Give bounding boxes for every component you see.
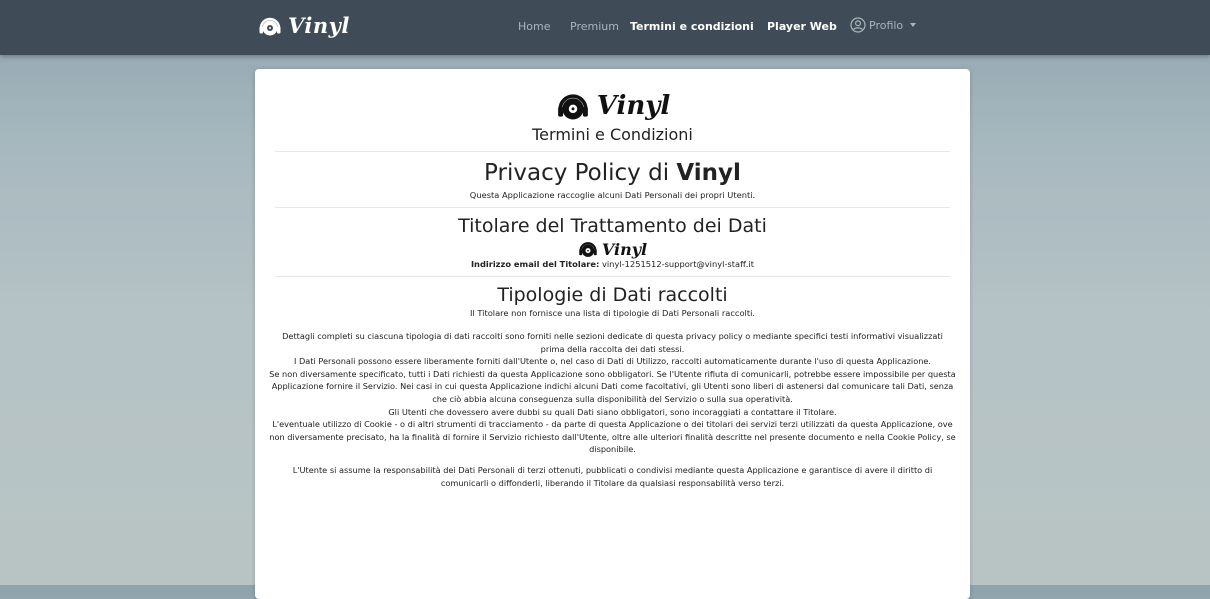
profile-label: Profilo xyxy=(869,18,904,32)
navbar: Vinyl Home Premium Termini e condizioni … xyxy=(0,0,1210,55)
paragraph-line: Se non diversamente specificato, tutti i… xyxy=(269,368,956,404)
page-title: Privacy Policy di Vinyl xyxy=(255,160,970,186)
chevron-down-icon xyxy=(910,23,917,27)
nav-home[interactable]: Home xyxy=(518,20,550,33)
divider xyxy=(275,151,950,152)
terms-card: Vinyl Termini e Condizioni Privacy Polic… xyxy=(255,69,970,599)
page-subtitle: Termini e Condizioni xyxy=(532,125,693,144)
owner-email-label: Indirizzo email del Titolare: xyxy=(470,259,600,269)
paragraph-line: Dettagli completi su ciascuna tipologia … xyxy=(282,331,943,354)
data-details-paragraph: Dettagli completi su ciascuna tipologia … xyxy=(255,330,970,456)
profile-dropdown[interactable]: Profilo xyxy=(850,17,917,33)
responsibility-paragraph: L'Utente si assume la responsabilità dei… xyxy=(292,464,933,488)
nav-player-web[interactable]: Player Web xyxy=(767,20,837,33)
owner-brand-name: Vinyl xyxy=(601,239,648,259)
owner-heading: Titolare del Trattamento dei Dati xyxy=(458,215,767,237)
divider xyxy=(275,276,950,277)
nav-links: Home Premium Termini e condizioni Player… xyxy=(0,0,1210,55)
nav-premium[interactable]: Premium xyxy=(570,20,619,33)
title-description: Questa Applicazione raccoglie alcuni Dat… xyxy=(469,190,756,200)
owner-email: vinyl-1251512-support@vinyl-staff.it xyxy=(601,259,755,269)
paragraph-line: L'eventuale utilizzo di Cookie - o di al… xyxy=(269,419,956,455)
title-brand: Vinyl xyxy=(676,160,741,186)
nav-termini[interactable]: Termini e condizioni xyxy=(630,20,754,33)
paragraph-line: I Dati Personali possono essere liberame… xyxy=(293,356,932,367)
user-icon xyxy=(850,17,866,33)
title-prefix: Privacy Policy di xyxy=(484,160,670,186)
types-description: Il Titolare non fornisce una lista di ti… xyxy=(469,308,756,318)
types-heading: Tipologie di Dati raccolti xyxy=(497,284,728,306)
owner-email-line: Indirizzo email del Titolare: vinyl-1251… xyxy=(255,259,970,269)
card-brand-name: Vinyl xyxy=(596,91,671,121)
headphones-logo-icon xyxy=(579,242,597,257)
divider xyxy=(275,207,950,208)
owner-logo: Vinyl xyxy=(255,239,970,259)
headphones-logo-icon xyxy=(557,94,588,120)
card-logo: Vinyl xyxy=(255,89,970,123)
paragraph-line: Gli Utenti che dovessero avere dubbi su … xyxy=(388,406,837,417)
